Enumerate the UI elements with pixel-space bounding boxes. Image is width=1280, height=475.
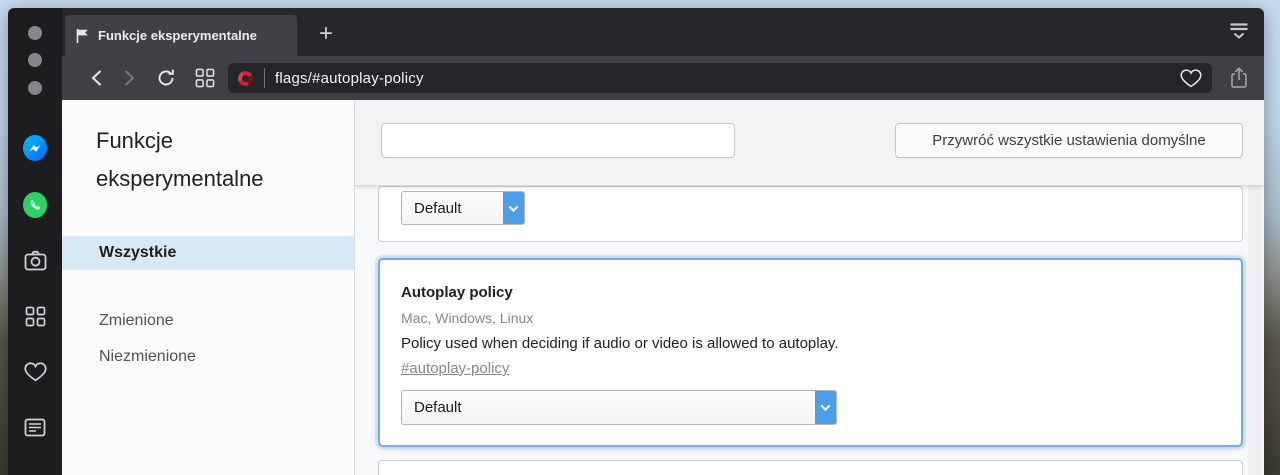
nav-item-niezmienione[interactable]: Niezmienione [62,340,354,374]
whatsapp-icon[interactable] [23,192,47,218]
sidebar [8,8,62,475]
select-value: Default [414,399,462,416]
tab-menu-icon[interactable] [1228,21,1250,47]
flags-header: Przywróć wszystkie ustawienia domyślne [355,100,1264,186]
whatsapp-badge [23,192,47,218]
heart-icon[interactable] [1180,68,1202,88]
new-tab-button[interactable]: + [310,18,342,50]
page-title: Funkcje eksperymentalne [96,128,264,191]
autoplay-policy-select[interactable]: Default [401,390,837,425]
flags-left-panel: Funkcje eksperymentalne Wszystkie Zmieni… [62,100,355,475]
nav-item-wszystkie[interactable]: Wszystkie [62,236,354,270]
chevron-down-icon [820,401,831,412]
address-toolbar: flags/#autoplay-policy [62,56,1264,100]
start-page-grid-icon[interactable] [193,67,217,89]
flag-permalink[interactable]: #autoplay-policy [401,360,509,377]
window-control-zoom[interactable] [28,81,42,95]
messenger-icon[interactable] [23,135,47,161]
flag-card-autoplay-policy: Autoplay policy Mac, Windows, Linux Poli… [378,258,1243,447]
select-arrow [503,192,524,224]
flag-icon [76,28,88,43]
flag-platforms: Mac, Windows, Linux [401,310,534,326]
chevron-down-icon [508,201,519,212]
bookmarks-heart-icon[interactable] [23,359,47,383]
share-icon[interactable] [1228,66,1250,95]
reset-all-button[interactable]: Przywróć wszystkie ustawienia domyślne [895,123,1243,158]
page-content: Funkcje eksperymentalne Wszystkie Zmieni… [62,100,1264,475]
opera-logo [236,68,255,88]
window-control-minimize[interactable] [28,53,42,67]
flags-main: Przywróć wszystkie ustawienia domyślne D… [355,100,1264,475]
window-control-close[interactable] [28,26,42,40]
flag-title: Autoplay policy [401,284,513,301]
forward-icon[interactable] [117,67,141,89]
camera-icon[interactable] [23,248,47,272]
flag-description: Policy used when deciding if audio or vi… [401,335,839,352]
search-input[interactable] [381,123,735,158]
tab-funkcje-eksperymentalne[interactable]: Funkcje eksperymentalne [65,15,297,56]
flag-card-partial-bottom [378,460,1243,475]
nav-item-zmienione[interactable]: Zmienione [62,304,354,338]
messenger-badge [23,135,47,161]
select-arrow [815,391,836,424]
speed-dial-icon[interactable] [23,304,47,328]
tab-bar: Funkcje eksperymentalne + [62,8,1264,56]
reload-icon[interactable] [154,67,178,89]
url-text: flags/#autoplay-policy [275,69,424,87]
browser-window: Funkcje eksperymentalne + flags/#autopla… [8,8,1264,475]
url-separator [264,68,265,88]
flag-select[interactable]: Default [401,191,525,225]
flag-card-partial-top: Default [378,186,1243,242]
select-value: Default [414,199,462,217]
tab-title: Funkcje eksperymentalne [98,28,257,43]
news-icon[interactable] [23,415,47,439]
back-icon[interactable] [84,67,108,89]
url-field[interactable]: flags/#autoplay-policy [228,63,1212,93]
